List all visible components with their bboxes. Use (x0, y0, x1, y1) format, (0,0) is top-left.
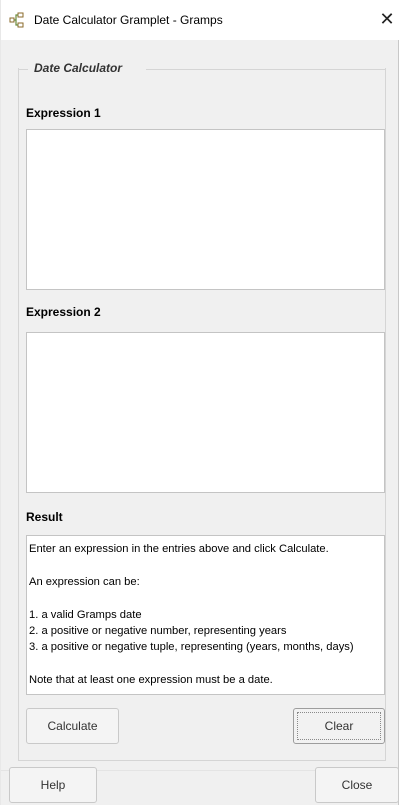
result-line: 1. a valid Gramps date (29, 609, 142, 621)
calculate-button-label: Calculate (47, 719, 98, 733)
frame-divider (146, 69, 386, 70)
close-button[interactable]: Close (315, 767, 399, 803)
result-line: Note that at least one expression must b… (29, 674, 273, 686)
frame-divider (18, 69, 28, 70)
close-window-icon[interactable]: ✕ (379, 9, 395, 29)
frame-title: Date Calculator (34, 61, 123, 75)
expression-1-label: Expression 1 (26, 106, 101, 120)
dialog-window: Date Calculator Gramplet - Gramps ✕ Date… (0, 0, 399, 805)
expression-2-input[interactable] (26, 332, 385, 493)
result-output[interactable]: Enter an expression in the entries above… (26, 535, 385, 695)
expression-1-input[interactable] (26, 129, 385, 290)
result-line: 3. a positive or negative tuple, represe… (29, 641, 354, 653)
calculate-button[interactable]: Calculate (26, 708, 119, 744)
close-button-label: Close (341, 778, 373, 792)
help-button-label: Help (40, 778, 66, 792)
clear-button[interactable]: Clear (293, 708, 385, 744)
result-line: Enter an expression in the entries above… (29, 543, 329, 555)
result-label: Result (26, 510, 63, 524)
window-title: Date Calculator Gramplet - Gramps (34, 13, 223, 27)
title-bar[interactable]: Date Calculator Gramplet - Gramps ✕ (1, 0, 399, 40)
clear-button-label: Clear (324, 719, 354, 733)
expression-2-label: Expression 2 (26, 305, 101, 319)
result-line: An expression can be: (29, 576, 140, 588)
gramps-tree-icon (9, 12, 24, 28)
result-line: 2. a positive or negative number, repres… (29, 625, 287, 637)
help-button[interactable]: Help (9, 767, 97, 803)
